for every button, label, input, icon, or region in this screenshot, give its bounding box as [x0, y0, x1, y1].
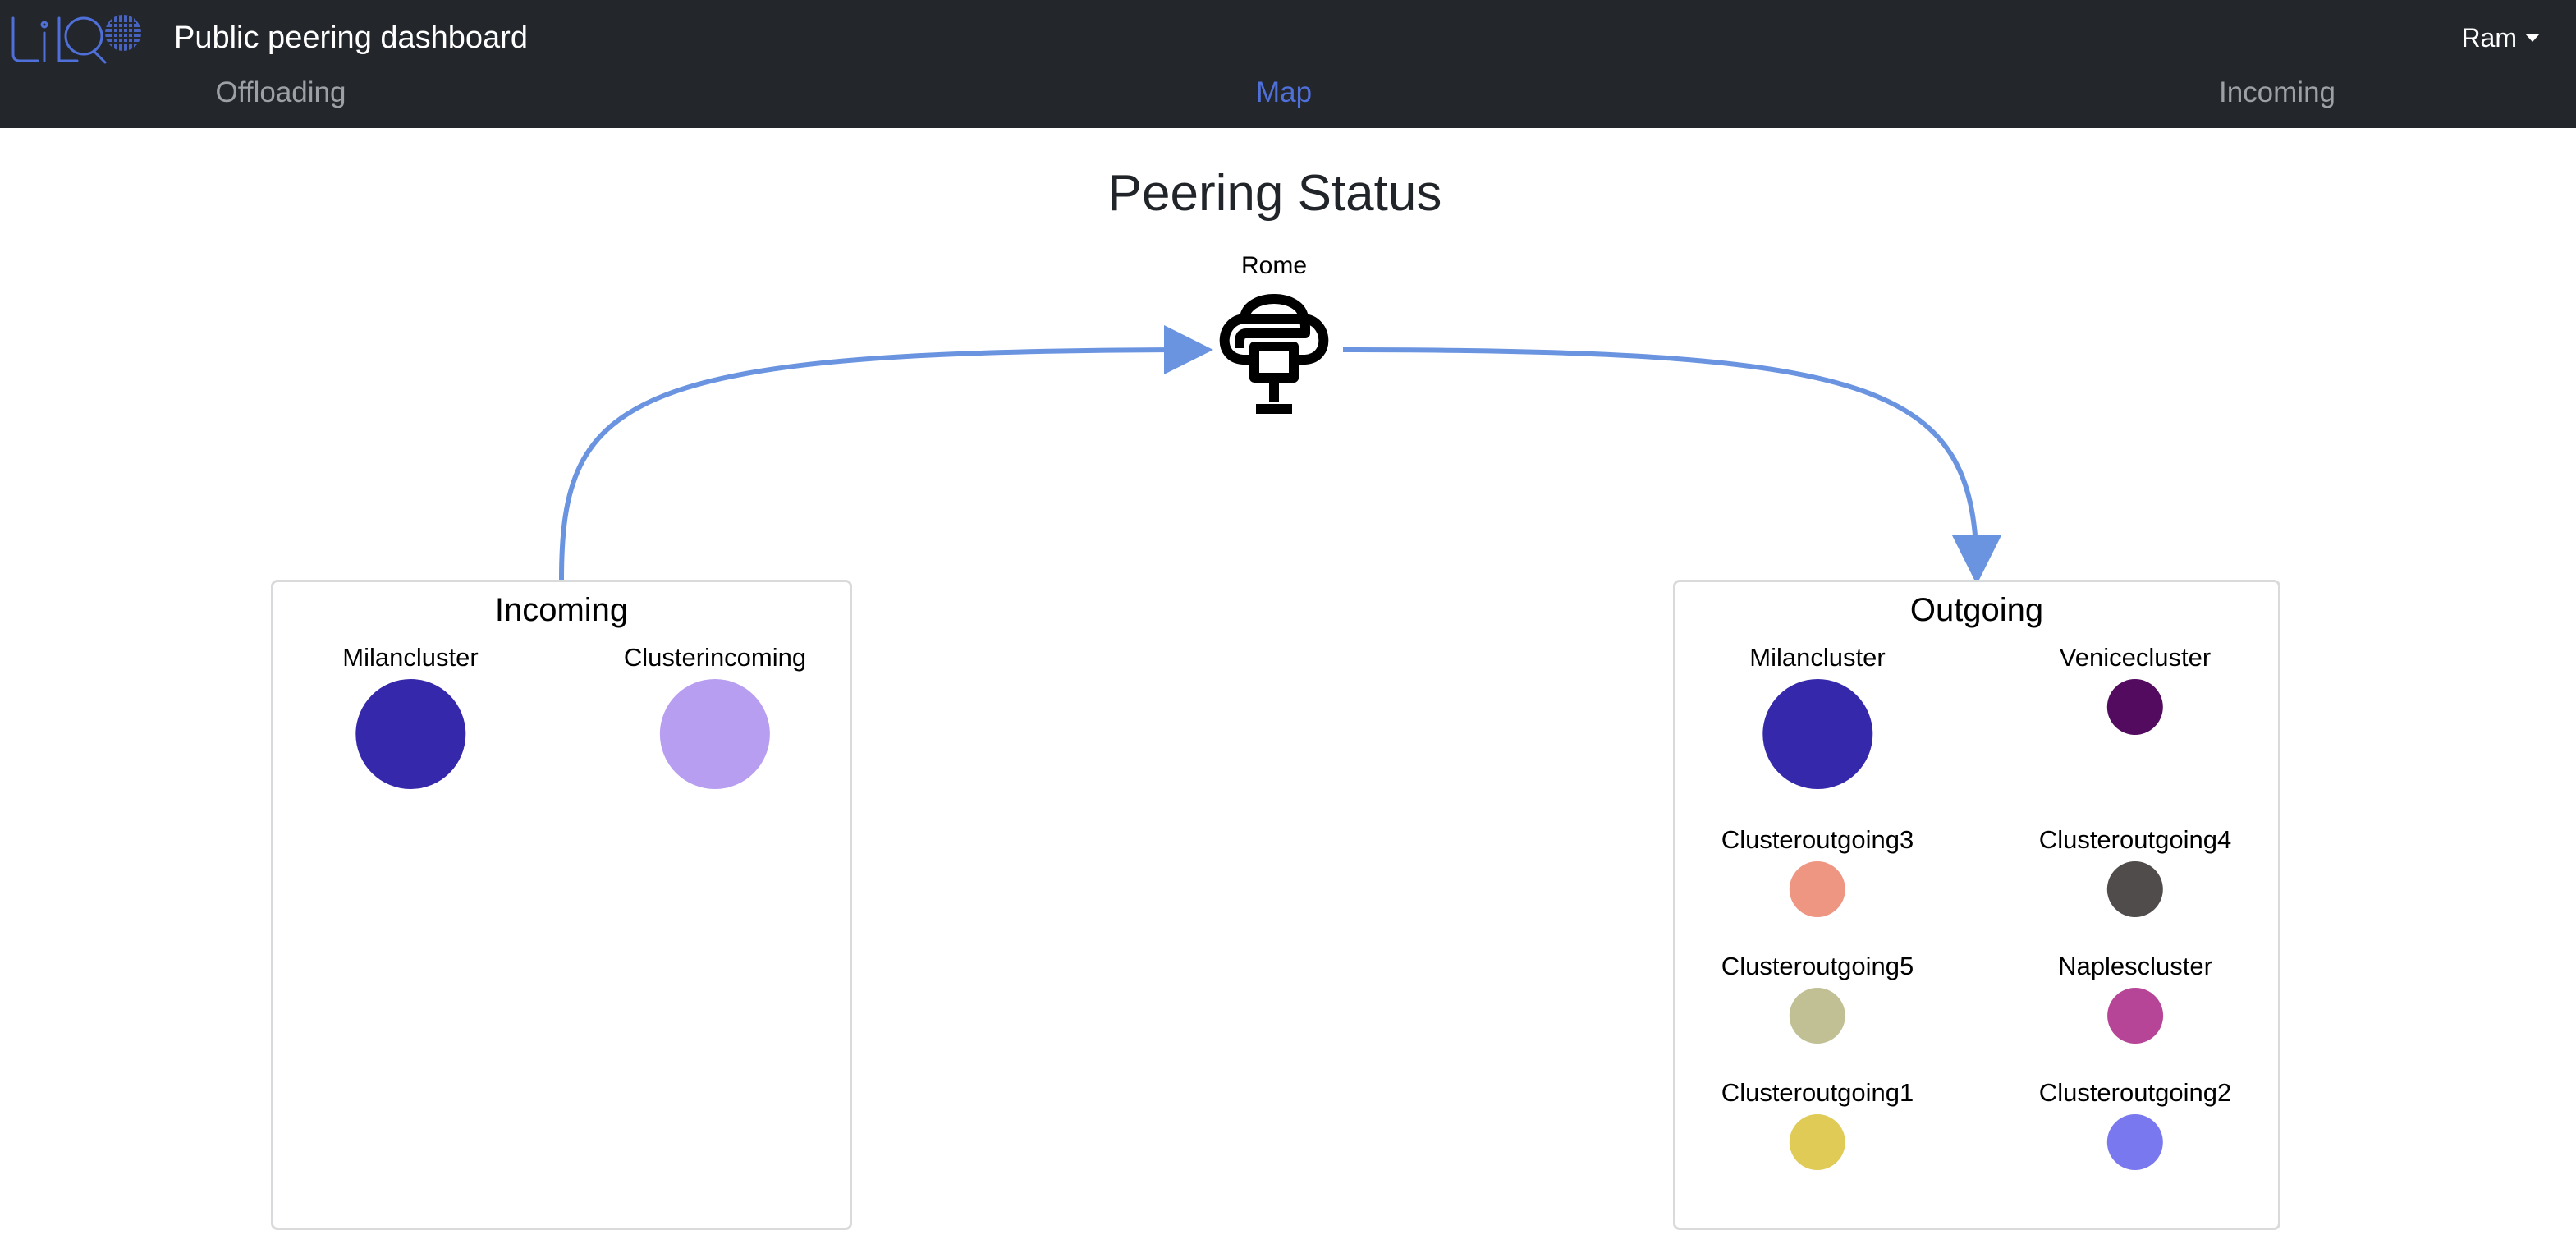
incoming-panel-title: Incoming [494, 592, 629, 628]
outgoing-panel-title: Outgoing [1909, 592, 2044, 628]
cluster-label: Venicecluster [2059, 643, 2212, 672]
cluster-node [1789, 1114, 1845, 1170]
tab-incoming[interactable]: Incoming [2219, 72, 2335, 113]
cluster-node [2106, 1114, 2163, 1170]
tab-offloading[interactable]: Offloading [216, 72, 346, 113]
user-menu-dropdown[interactable]: Ram [2461, 16, 2540, 59]
outgoing-edge [1342, 347, 2001, 585]
outgoing-cluster-venicecluster[interactable]: Venicecluster [2060, 641, 2211, 735]
cluster-label: Milancluster [1749, 643, 1886, 672]
outgoing-cluster-clusteroutgoing5[interactable]: Clusteroutgoing5 [1721, 950, 1914, 1044]
outgoing-cluster-clusteroutgoing2[interactable]: Clusteroutgoing2 [2039, 1076, 2231, 1170]
outgoing-cluster-clusteroutgoing4[interactable]: Clusteroutgoing4 [2039, 824, 2231, 917]
cluster-node [2106, 679, 2163, 735]
cluster-node [355, 679, 465, 789]
cluster-label: Clusterincoming [623, 643, 807, 672]
dashboard-app: Public peering dashboard Ram Offloading … [0, 0, 2576, 1253]
cluster-label: Clusteroutgoing3 [1721, 825, 1914, 854]
incoming-panel: Incoming Milancluster Clusterincoming [271, 580, 852, 1230]
cluster-label: Clusteroutgoing5 [1721, 952, 1914, 980]
tab-map[interactable]: Map [1256, 72, 1312, 113]
center-cluster-label: Rome [1240, 252, 1308, 279]
user-name: Ram [2461, 23, 2517, 53]
outgoing-cluster-milancluster[interactable]: Milancluster [1749, 641, 1886, 789]
incoming-cluster-clusterincoming[interactable]: Clusterincoming [624, 641, 806, 789]
cluster-label: Clusteroutgoing2 [2038, 1078, 2232, 1107]
outgoing-panel: Outgoing Milancluster Venicecluster Clus… [1673, 580, 2280, 1230]
cluster-node [2106, 861, 2163, 917]
cluster-node [1789, 988, 1845, 1044]
cluster-label: Naplescluster [2058, 952, 2212, 980]
cluster-node [1789, 861, 1845, 917]
top-navbar: Public peering dashboard Ram Offloading … [0, 0, 2576, 128]
page-title: Peering Status [1107, 165, 1442, 222]
cluster-node [1762, 679, 1872, 789]
cluster-node [2107, 988, 2163, 1044]
outgoing-cluster-clusteroutgoing1[interactable]: Clusteroutgoing1 [1721, 1076, 1914, 1170]
cluster-label: Clusteroutgoing4 [2038, 825, 2232, 854]
outgoing-cluster-naplescluster[interactable]: Naplescluster [2058, 950, 2212, 1044]
cluster-label: Milancluster [342, 643, 479, 672]
liqo-logo[interactable] [8, 11, 144, 66]
chevron-down-icon [2525, 34, 2540, 42]
cluster-network-icon[interactable] [1208, 281, 1340, 417]
outgoing-cluster-clusteroutgoing3[interactable]: Clusteroutgoing3 [1721, 824, 1914, 917]
incoming-edge [559, 325, 1213, 581]
app-title: Public peering dashboard [174, 21, 528, 55]
incoming-cluster-milancluster[interactable]: Milancluster [342, 641, 479, 789]
cluster-label: Clusteroutgoing1 [1721, 1078, 1914, 1107]
cluster-node [659, 679, 770, 789]
